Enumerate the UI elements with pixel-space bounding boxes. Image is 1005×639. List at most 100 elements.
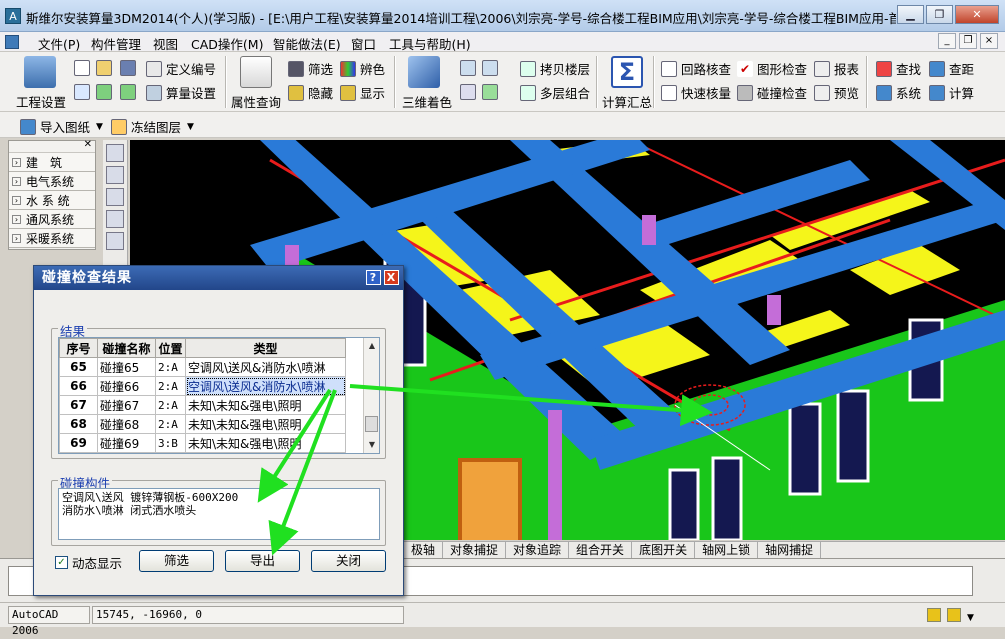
pointer-tool-icon[interactable] xyxy=(106,232,124,250)
menu-file[interactable]: 文件(P) xyxy=(38,34,80,53)
column-header-name[interactable]: 碰撞名称 xyxy=(97,338,156,358)
rotate-icon[interactable] xyxy=(460,84,476,100)
circuit-check-button[interactable]: 回路核查 xyxy=(661,59,731,78)
select-tool-icon[interactable] xyxy=(106,144,124,162)
close-dialog-button[interactable]: 关闭 xyxy=(311,550,386,572)
export-button[interactable]: 导出 xyxy=(225,550,300,572)
maximize-button[interactable]: ❐ xyxy=(926,5,953,24)
preview-button[interactable]: 预览 xyxy=(814,83,859,102)
components-textbox[interactable]: 空调风\送风 镀锌薄钢板-600X200 消防水\喷淋 闭式洒水喷头 xyxy=(58,488,380,540)
dialog-close-icon[interactable]: X xyxy=(384,270,399,285)
panel-close-icon[interactable]: ✕ xyxy=(84,139,92,150)
system-button[interactable]: 系统 xyxy=(876,83,921,102)
quick-check-button[interactable]: 快速核量 xyxy=(661,83,731,102)
app-icon[interactable]: A xyxy=(5,8,21,24)
group-toggle[interactable]: 组合开关 xyxy=(569,542,633,558)
tree-item-architecture[interactable]: › 建 筑 xyxy=(9,153,95,172)
new-file-icon[interactable] xyxy=(74,60,90,76)
move-tool-icon[interactable] xyxy=(106,210,124,228)
property-query-icon[interactable] xyxy=(240,56,272,88)
tree-item-water[interactable]: › 水 系 统 xyxy=(9,191,95,210)
house-icon[interactable] xyxy=(24,56,56,88)
graphic-check-button[interactable]: ✔ 图形检查 xyxy=(737,59,807,78)
expand-icon[interactable]: › xyxy=(12,233,21,243)
minimize-button[interactable]: ▁ xyxy=(897,5,924,24)
find-button[interactable]: 查找 xyxy=(876,59,921,78)
brush-tool-icon[interactable] xyxy=(106,188,124,206)
check-distance-button[interactable]: 查距 xyxy=(929,59,974,78)
help-icon[interactable]: ? xyxy=(366,270,381,285)
orbit-icon[interactable] xyxy=(482,84,498,100)
osnap-toggle[interactable]: 对象捕捉 xyxy=(443,542,507,558)
checkbox-checked-icon[interactable]: ✓ xyxy=(55,556,68,569)
column-header-number[interactable]: 序号 xyxy=(59,338,98,358)
quantity-settings-button[interactable]: 算量设置 xyxy=(146,83,216,102)
color-3d-button[interactable]: 三维着色 xyxy=(402,92,452,111)
menu-smart[interactable]: 智能做法(E) xyxy=(273,34,341,53)
table-row[interactable]: 68 碰撞68 2:A 未知\未知&强电\照明 xyxy=(59,414,346,434)
table-scrollbar[interactable]: ▲ ▼ xyxy=(363,338,379,453)
close-button[interactable]: ✕ xyxy=(955,5,999,24)
polar-toggle[interactable]: 极轴 xyxy=(404,542,444,558)
property-query-button[interactable]: 属性查询 xyxy=(231,92,281,111)
expand-icon[interactable]: › xyxy=(12,157,21,167)
filter-button[interactable]: 筛选 xyxy=(139,550,214,572)
calculate-button[interactable]: 计算 xyxy=(929,83,974,102)
hide-button[interactable]: 隐藏 xyxy=(288,83,333,102)
scroll-down-icon[interactable]: ▼ xyxy=(364,437,379,453)
menu-window[interactable]: 窗口 xyxy=(351,34,376,53)
scroll-up-icon[interactable]: ▲ xyxy=(364,338,379,354)
save-icon[interactable] xyxy=(120,60,136,76)
collision-check-button[interactable]: 碰撞检查 xyxy=(737,83,807,102)
project-settings-button[interactable]: 工程设置 xyxy=(16,92,66,111)
scroll-thumb[interactable] xyxy=(365,416,378,432)
show-button[interactable]: 显示 xyxy=(340,83,385,102)
copy-floor-button[interactable]: 拷贝楼层 xyxy=(520,59,590,78)
expand-icon[interactable]: › xyxy=(12,195,21,205)
underlay-toggle[interactable]: 底图开关 xyxy=(632,542,696,558)
menu-tools-help[interactable]: 工具与帮助(H) xyxy=(389,34,471,53)
table-row-selected[interactable]: 66 碰撞66 2:A 空调风\送风&消防水\喷淋 xyxy=(59,376,346,396)
mdi-minimize-button[interactable]: _ xyxy=(938,33,956,49)
mdi-restore-button[interactable]: ❐ xyxy=(959,33,977,49)
mdi-close-button[interactable]: × xyxy=(980,33,998,49)
tree-item-ventilation[interactable]: › 通风系统 xyxy=(9,210,95,229)
grid-snap-toggle[interactable]: 轴网捕捉 xyxy=(758,542,822,558)
open-folder-icon[interactable] xyxy=(96,60,112,76)
lock-icon[interactable] xyxy=(927,608,941,622)
results-table[interactable]: 序号 碰撞名称 位置 类型 65 碰撞65 2:A 空调风\送风&消防水\喷淋 … xyxy=(58,337,380,454)
expand-icon[interactable]: › xyxy=(12,214,21,224)
table-row[interactable]: 69 碰撞69 3:B 未知\未知&强电\照明 xyxy=(59,433,346,453)
box-view-icon[interactable] xyxy=(482,60,498,76)
table-row[interactable]: 65 碰撞65 2:A 空调风\送风&消防水\喷淋 xyxy=(59,357,346,377)
redo-icon[interactable] xyxy=(120,84,136,100)
filter-button[interactable]: 筛选 xyxy=(288,59,333,78)
menu-view[interactable]: 视图 xyxy=(153,34,178,53)
zoom-tool-icon[interactable] xyxy=(106,166,124,184)
report-button[interactable]: 报表 xyxy=(814,59,859,78)
otrack-toggle[interactable]: 对象追踪 xyxy=(506,542,570,558)
grid-lock-toggle[interactable]: 轴网上锁 xyxy=(695,542,759,558)
status-menu-arrow-icon[interactable]: ▼ xyxy=(967,613,974,623)
define-number-button[interactable]: 定义编号 xyxy=(146,59,216,78)
table-row[interactable]: 67 碰撞67 2:A 未知\未知&强电\照明 xyxy=(59,395,346,415)
expand-icon[interactable]: › xyxy=(12,176,21,186)
tree-item-electrical[interactable]: › 电气系统 xyxy=(9,172,95,191)
unlock-icon[interactable] xyxy=(947,608,961,622)
undo-icon[interactable] xyxy=(96,84,112,100)
view-cube-icon[interactable] xyxy=(460,60,476,76)
freeze-layer-button[interactable]: 冻结图层 ▼ xyxy=(111,117,194,136)
multi-floor-button[interactable]: 多层组合 xyxy=(520,83,590,102)
sigma-icon[interactable]: Σ xyxy=(611,56,643,88)
text-a-icon[interactable] xyxy=(74,84,90,100)
menu-component[interactable]: 构件管理 xyxy=(91,34,141,53)
document-icon[interactable] xyxy=(5,35,19,49)
calc-summary-button[interactable]: 计算汇总 xyxy=(602,92,652,111)
dynamic-display-checkbox[interactable]: ✓ 动态显示 xyxy=(55,553,122,572)
import-drawing-button[interactable]: 导入图纸 ▼ xyxy=(20,117,103,136)
column-header-position[interactable]: 位置 xyxy=(155,338,186,358)
column-header-type[interactable]: 类型 xyxy=(185,338,346,358)
tree-item-heating[interactable]: › 采暖系统 xyxy=(9,229,95,248)
menu-cad[interactable]: CAD操作(M) xyxy=(191,34,263,53)
cube-3d-icon[interactable] xyxy=(408,56,440,88)
